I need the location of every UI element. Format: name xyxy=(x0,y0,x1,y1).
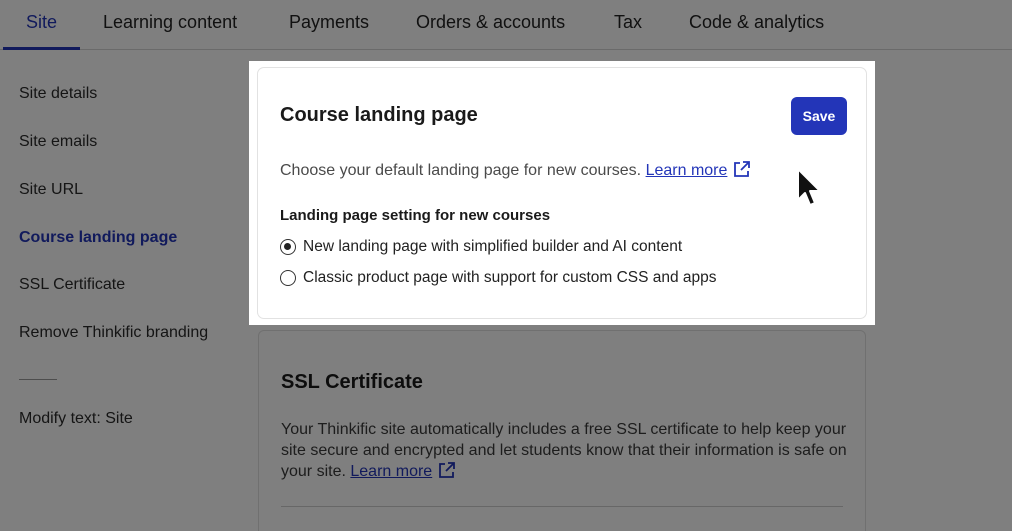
option-label: Classic product page with support for cu… xyxy=(303,269,717,286)
description-text: Choose your default landing page for new… xyxy=(280,162,642,179)
option-label: New landing page with simplified builder… xyxy=(303,238,683,255)
radio-button-selected[interactable] xyxy=(280,239,296,255)
option-classic-product-page[interactable]: Classic product page with support for cu… xyxy=(280,269,717,287)
option-new-landing-page[interactable]: New landing page with simplified builder… xyxy=(280,238,682,256)
mouse-pointer-icon xyxy=(797,168,821,206)
setting-label: Landing page setting for new courses xyxy=(280,207,551,224)
save-button[interactable]: Save xyxy=(791,97,847,135)
radio-button[interactable] xyxy=(280,270,296,286)
highlight-frame: Course landing page Save Choose your def… xyxy=(249,61,875,325)
external-link-icon[interactable] xyxy=(733,160,751,178)
learn-more-link[interactable]: Learn more xyxy=(646,162,728,179)
card-description: Choose your default landing page for new… xyxy=(280,160,751,180)
course-landing-page-card: Course landing page Save Choose your def… xyxy=(257,67,867,319)
card-title: Course landing page xyxy=(280,104,478,126)
